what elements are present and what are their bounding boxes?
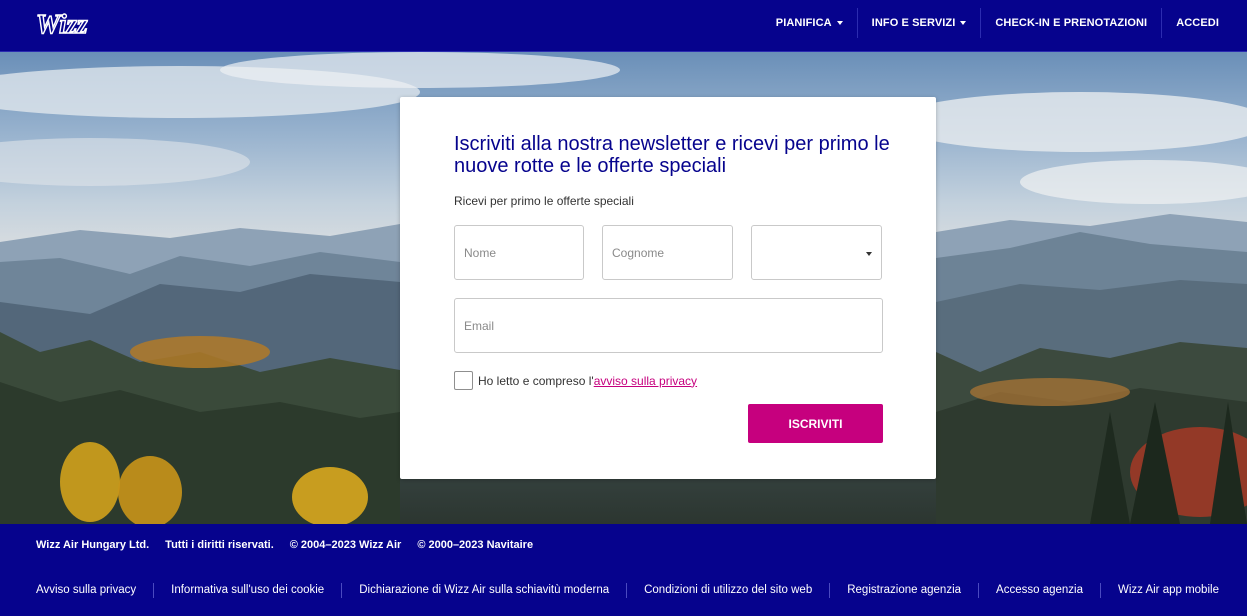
wizz-logo[interactable]: Wizz	[34, 8, 110, 42]
footer-copyright-wizz: © 2004–2023 Wizz Air	[289, 538, 402, 551]
newsletter-subtitle: Ricevi per primo le offerte speciali	[454, 194, 634, 208]
footer-links: Avviso sulla privacy Informativa sull'us…	[0, 565, 1247, 616]
footer-copyright-navitaire: © 2000–2023 Navitaire	[417, 538, 534, 551]
privacy-notice-link[interactable]: avviso sulla privacy	[594, 374, 697, 388]
footer-rights: Tutti i diritti riservati.	[165, 538, 274, 551]
privacy-consent-row: Ho letto e compreso l' avviso sulla priv…	[454, 371, 697, 390]
nav-check-in-label: CHECK-IN E PRENOTAZIONI	[995, 17, 1148, 29]
footer-link-slavery-statement[interactable]: Dichiarazione di Wizz Air sulla schiavit…	[342, 583, 628, 598]
footer-link-privacy[interactable]: Avviso sulla privacy	[19, 583, 155, 598]
chevron-down-icon	[960, 21, 967, 25]
subscribe-button[interactable]: ISCRIVITI	[748, 404, 883, 443]
footer-company: Wizz Air Hungary Ltd.	[36, 538, 150, 551]
wizz-logo-icon: Wizz	[35, 8, 88, 39]
footer-link-terms[interactable]: Condizioni di utilizzo del sito web	[627, 583, 831, 598]
main-nav: PIANIFICA INFO E SERVIZI CHECK-IN E PREN…	[762, 0, 1233, 46]
footer-link-cookies[interactable]: Informativa sull'uso dei cookie	[154, 583, 343, 598]
last-name-placeholder: Cognome	[612, 245, 665, 260]
newsletter-modal: Iscriviti alla nostra newsletter e ricev…	[400, 97, 936, 479]
email-placeholder: Email	[464, 318, 495, 333]
first-name-input[interactable]: Nome	[454, 225, 584, 280]
footer-link-agency-registration[interactable]: Registrazione agenzia	[830, 583, 980, 598]
email-input[interactable]: Email	[454, 298, 883, 353]
newsletter-title: Iscriviti alla nostra newsletter e ricev…	[454, 133, 890, 177]
footer-link-mobile-app[interactable]: Wizz Air app mobile	[1101, 583, 1236, 598]
privacy-consent-label: Ho letto e compreso l'	[478, 373, 594, 388]
svg-text:Wizz: Wizz	[36, 9, 88, 39]
nav-info-servizi-label: INFO E SERVIZI	[871, 17, 956, 29]
chevron-down-icon	[866, 252, 872, 256]
last-name-input[interactable]: Cognome	[602, 225, 733, 280]
footer-legal: Wizz Air Hungary Ltd. Tutti i diritti ri…	[0, 524, 1247, 565]
privacy-checkbox[interactable]	[454, 371, 473, 390]
nav-accedi[interactable]: ACCEDI	[1161, 8, 1233, 38]
top-navbar: Wizz PIANIFICA INFO E SERVIZI CHECK-IN E…	[0, 0, 1247, 52]
country-select[interactable]	[751, 225, 882, 280]
footer-link-agency-login[interactable]: Accesso agenzia	[979, 583, 1101, 598]
first-name-placeholder: Nome	[464, 245, 497, 260]
nav-check-in[interactable]: CHECK-IN E PRENOTAZIONI	[980, 8, 1161, 38]
nav-pianifica-label: PIANIFICA	[775, 17, 832, 29]
nav-info-servizi[interactable]: INFO E SERVIZI	[856, 8, 981, 38]
chevron-down-icon	[836, 21, 843, 25]
nav-accedi-label: ACCEDI	[1176, 17, 1219, 29]
nav-pianifica[interactable]: PIANIFICA	[762, 8, 857, 38]
